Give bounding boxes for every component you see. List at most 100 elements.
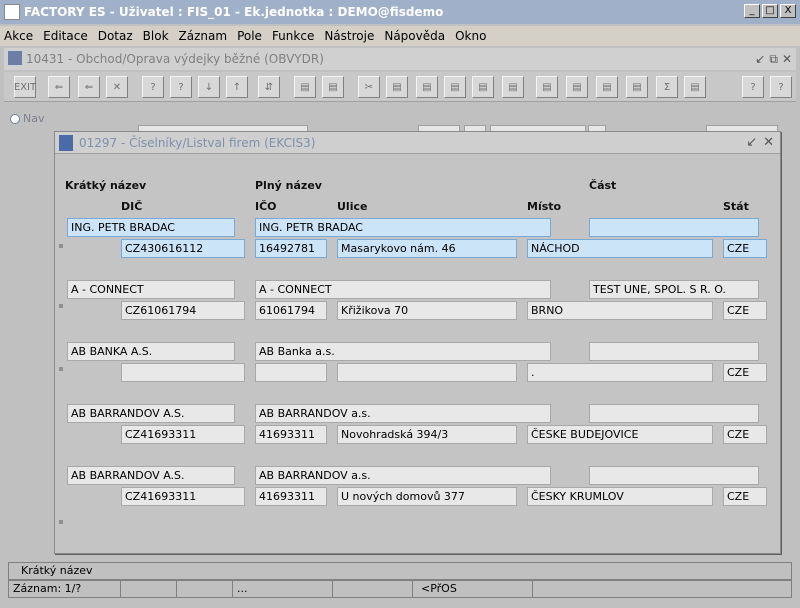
find-icon[interactable]: ▤ [444, 76, 466, 98]
stamp-icon[interactable]: ▤ [626, 76, 648, 98]
short-name-field[interactable]: AB BARRANDOV A.S. [67, 404, 235, 423]
short-name-field[interactable]: ING. PETR BRADAC [67, 218, 235, 237]
list-icon[interactable]: ▤ [472, 76, 494, 98]
header-street: Ulice [337, 200, 368, 213]
context-help-icon[interactable]: ? [770, 76, 792, 98]
state-field[interactable]: CZE [723, 363, 767, 382]
part-field[interactable] [589, 218, 759, 237]
short-name-field[interactable]: AB BARRANDOV A.S. [67, 466, 235, 485]
full-name-field[interactable]: AB BARRANDOV a.s. [255, 466, 551, 485]
print-icon[interactable]: ▤ [294, 76, 316, 98]
menu-napoveda[interactable]: Nápověda [384, 29, 445, 43]
street-field[interactable]: Křižikova 70 [337, 301, 517, 320]
edit-icon[interactable]: ▤ [322, 76, 344, 98]
ico-field[interactable]: 61061794 [255, 301, 327, 320]
form-minimize-icon[interactable]: ↙ [755, 52, 765, 67]
form-close-icon[interactable]: ✕ [782, 52, 792, 67]
triangle-icon[interactable]: ▤ [596, 76, 618, 98]
dialog-title: 01297 - Číselníky/Listval firem (EKCIS3) [79, 136, 316, 150]
ico-field[interactable]: 41693311 [255, 425, 327, 444]
back-alt-icon[interactable]: ⇐ [78, 76, 100, 98]
ico-field[interactable]: 41693311 [255, 487, 327, 506]
dialog-controls: ↙ ✕ [746, 135, 774, 150]
nav-option[interactable]: Nav [10, 112, 44, 125]
header-state: Stát [723, 200, 749, 213]
full-name-field[interactable]: AB Banka a.s. [255, 342, 551, 361]
short-name-field[interactable]: A - CONNECT [67, 280, 235, 299]
state-field[interactable]: CZE [723, 239, 767, 258]
close-button[interactable]: X [780, 4, 796, 18]
city-field[interactable]: NÁCHOD [527, 239, 713, 258]
city-field[interactable]: BRNO [527, 301, 713, 320]
menu-bar: Akce Editace Dotaz Blok Záznam Pole Funk… [0, 26, 800, 46]
dialog-close-icon[interactable]: ✕ [763, 135, 774, 150]
query-execute-icon[interactable]: ? [170, 76, 192, 98]
full-name-field[interactable]: ING. PETR BRADAC [255, 218, 551, 237]
full-name-field[interactable]: A - CONNECT [255, 280, 551, 299]
close-form-icon[interactable]: ▤ [684, 76, 706, 98]
menu-zaznam[interactable]: Záznam [179, 29, 228, 43]
header-ico: IČO [255, 200, 277, 213]
sort-multi-icon[interactable]: ⇵ [258, 76, 280, 98]
menu-dotaz[interactable]: Dotaz [98, 29, 133, 43]
dialog-minimize-icon[interactable]: ↙ [746, 135, 757, 150]
menu-editace[interactable]: Editace [43, 29, 88, 43]
status-cell [177, 581, 233, 597]
dic-field[interactable]: CZ61061794 [121, 301, 245, 320]
maximize-button[interactable]: □ [762, 4, 778, 18]
part-field[interactable] [589, 342, 759, 361]
ico-field[interactable] [255, 363, 327, 382]
form-icon [8, 51, 22, 65]
menu-akce[interactable]: Akce [4, 29, 33, 43]
dic-field[interactable]: CZ41693311 [121, 487, 245, 506]
menu-blok[interactable]: Blok [143, 29, 169, 43]
part-field[interactable] [589, 466, 759, 485]
calculator-icon[interactable]: ▤ [536, 76, 558, 98]
state-field[interactable]: CZE [723, 425, 767, 444]
dic-field[interactable]: CZ430616112 [121, 239, 245, 258]
city-field[interactable]: . [527, 363, 713, 382]
status-row: Záznam: 1/? ... <PřOS [8, 580, 792, 598]
query-icon[interactable]: ? [142, 76, 164, 98]
part-field[interactable]: TEST UNE, SPOL. S R. O. [589, 280, 759, 299]
settings-icon[interactable]: ▤ [566, 76, 588, 98]
help-icon[interactable]: ? [742, 76, 764, 98]
street-field[interactable]: Novohradská 394/3 [337, 425, 517, 444]
sort-asc-icon[interactable]: ↓ [198, 76, 220, 98]
dic-field[interactable]: CZ41693311 [121, 425, 245, 444]
street-field[interactable] [337, 363, 517, 382]
nav-radio-icon[interactable] [10, 113, 20, 124]
sort-desc-icon[interactable]: ↑ [226, 76, 248, 98]
street-field[interactable]: U nových domovů 377 [337, 487, 517, 506]
status-cell [121, 581, 177, 597]
street-field[interactable]: Masarykovo nám. 46 [337, 239, 517, 258]
city-field[interactable]: ČESKE BUDEJOVICE [527, 425, 713, 444]
ico-field[interactable]: 16492781 [255, 239, 327, 258]
menu-funkce[interactable]: Funkce [272, 29, 314, 43]
app-title: FACTORY ES - Uživatel : FIS_01 - Ek.jedn… [24, 5, 444, 19]
menu-nastroje[interactable]: Nástroje [324, 29, 374, 43]
header-dic: DIČ [121, 200, 143, 213]
copy-icon[interactable]: ▤ [386, 76, 408, 98]
dic-field[interactable] [121, 363, 245, 382]
part-field[interactable] [589, 404, 759, 423]
status-bar: Krátký název Záznam: 1/? ... <PřOS [4, 560, 796, 604]
short-name-field[interactable]: AB BANKA A.S. [67, 342, 235, 361]
cut-icon[interactable]: ✂ [358, 76, 380, 98]
menu-pole[interactable]: Pole [237, 29, 262, 43]
form-title: 10431 - Obchod/Oprava výdejky běžné (OBV… [26, 52, 324, 66]
columns-icon[interactable]: ▤ [502, 76, 524, 98]
scroll-marker [59, 520, 63, 524]
paste-icon[interactable]: ▤ [416, 76, 438, 98]
state-field[interactable]: CZE [723, 487, 767, 506]
exit-button[interactable]: EXIT [14, 76, 36, 98]
minimize-button[interactable]: _ [744, 4, 760, 18]
sum-icon[interactable]: Σ [656, 76, 678, 98]
delete-icon[interactable]: ✕ [106, 76, 128, 98]
city-field[interactable]: ČESKY KRUMLOV [527, 487, 713, 506]
back-icon[interactable]: ⇐ [48, 76, 70, 98]
state-field[interactable]: CZE [723, 301, 767, 320]
menu-okno[interactable]: Okno [455, 29, 486, 43]
form-restore-icon[interactable]: ⧉ [769, 52, 778, 67]
full-name-field[interactable]: AB BARRANDOV a.s. [255, 404, 551, 423]
